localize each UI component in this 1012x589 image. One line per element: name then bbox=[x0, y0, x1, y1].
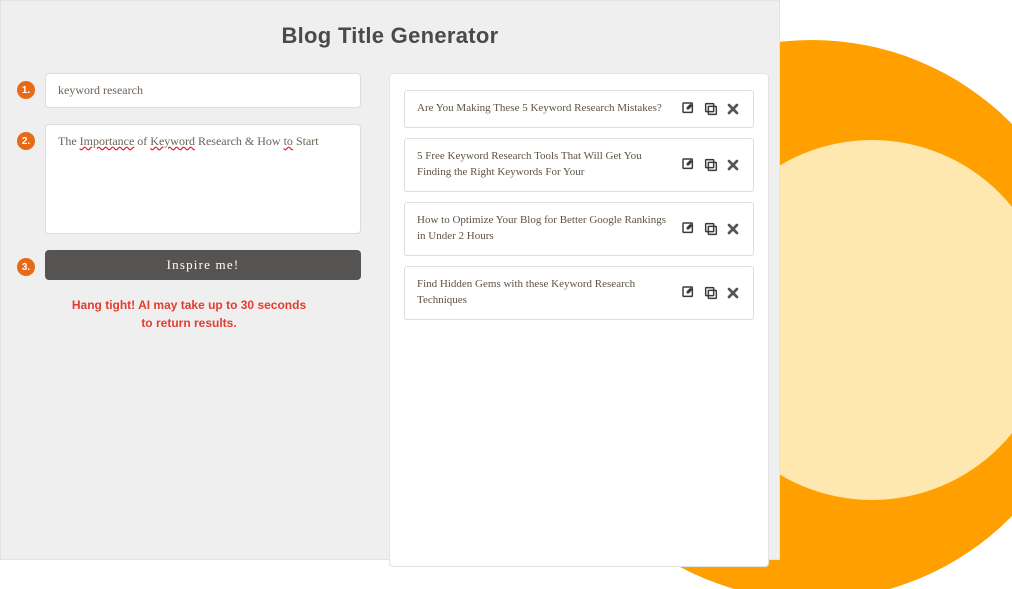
draft-title-input[interactable]: The Importance of Keyword Research & How… bbox=[45, 124, 361, 234]
result-text: 5 Free Keyword Research Tools That Will … bbox=[417, 149, 671, 181]
wait-message: Hang tight! AI may take up to 30 seconds… bbox=[17, 296, 361, 332]
wait-line: Hang tight! AI may take up to 30 seconds bbox=[53, 296, 325, 314]
keyword-input-wrap[interactable] bbox=[45, 73, 361, 108]
step-badge-1: 1. bbox=[17, 81, 35, 99]
inspire-button[interactable]: Inspire me! bbox=[45, 250, 361, 280]
copy-icon[interactable] bbox=[703, 221, 719, 237]
result-row: How to Optimize Your Blog for Better Goo… bbox=[404, 202, 754, 256]
wait-line: to return results. bbox=[53, 314, 325, 332]
draft-text-fragment: Start bbox=[293, 134, 319, 148]
draft-text-fragment: Research & How bbox=[195, 134, 284, 148]
copy-icon[interactable] bbox=[703, 285, 719, 301]
draft-text-fragment: of bbox=[134, 134, 150, 148]
close-icon[interactable] bbox=[725, 101, 741, 117]
copy-icon[interactable] bbox=[703, 157, 719, 173]
close-icon[interactable] bbox=[725, 221, 741, 237]
close-icon[interactable] bbox=[725, 285, 741, 301]
edit-icon[interactable] bbox=[681, 157, 697, 173]
close-icon[interactable] bbox=[725, 157, 741, 173]
result-row: Find Hidden Gems with these Keyword Rese… bbox=[404, 266, 754, 320]
result-row: 5 Free Keyword Research Tools That Will … bbox=[404, 138, 754, 192]
page-title: Blog Title Generator bbox=[1, 23, 779, 49]
draft-text-fragment: The bbox=[58, 134, 80, 148]
result-text: Are You Making These 5 Keyword Research … bbox=[417, 101, 671, 117]
spellcheck-word: Importance bbox=[80, 134, 135, 148]
edit-icon[interactable] bbox=[681, 101, 697, 117]
app-panel: Blog Title Generator 1. 2. The Importanc… bbox=[0, 0, 780, 560]
result-text: How to Optimize Your Blog for Better Goo… bbox=[417, 213, 671, 245]
copy-icon[interactable] bbox=[703, 101, 719, 117]
edit-icon[interactable] bbox=[681, 285, 697, 301]
spellcheck-word: to bbox=[284, 134, 293, 148]
step-badge-2: 2. bbox=[17, 132, 35, 150]
results-column: Are You Making These 5 Keyword Research … bbox=[389, 73, 769, 567]
result-text: Find Hidden Gems with these Keyword Rese… bbox=[417, 277, 671, 309]
edit-icon[interactable] bbox=[681, 221, 697, 237]
spellcheck-word: Keyword bbox=[150, 134, 195, 148]
input-column: 1. 2. The Importance of Keyword Research… bbox=[11, 73, 361, 547]
step-badge-3: 3. bbox=[17, 258, 35, 276]
keyword-input[interactable] bbox=[58, 83, 348, 98]
result-row: Are You Making These 5 Keyword Research … bbox=[404, 90, 754, 128]
